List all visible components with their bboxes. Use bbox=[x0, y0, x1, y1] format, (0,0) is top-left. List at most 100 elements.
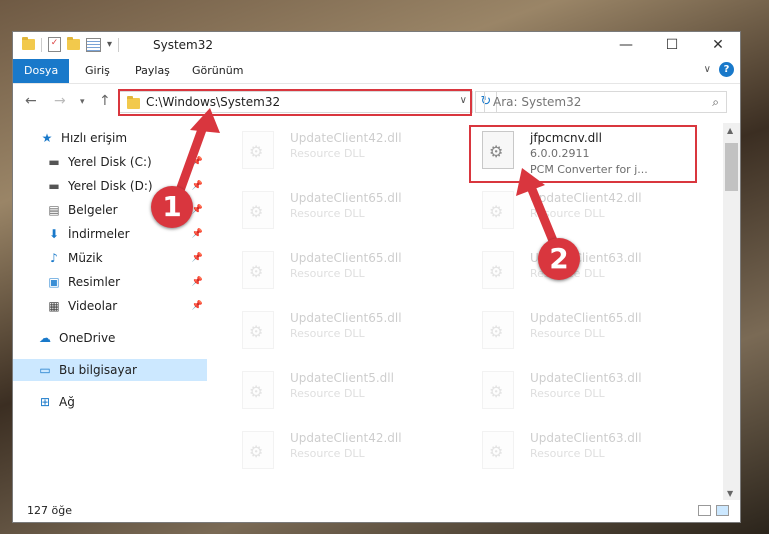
close-button[interactable]: ✕ bbox=[695, 32, 740, 59]
dll-file-icon bbox=[242, 131, 274, 169]
recent-dropdown-icon[interactable]: ▾ bbox=[80, 97, 85, 107]
dll-file-icon bbox=[482, 431, 514, 469]
download-icon: ⬇ bbox=[48, 227, 60, 241]
pin-icon[interactable]: 📌 bbox=[192, 175, 203, 197]
pin-icon[interactable]: 📌 bbox=[192, 271, 203, 293]
sidebar-item-label: Ağ bbox=[59, 395, 75, 409]
sidebar-item-network[interactable]: ⊞ Ağ bbox=[37, 391, 231, 413]
computer-icon: ▭ bbox=[39, 363, 51, 377]
quick-access-toolbar: ✓ ▾ bbox=[22, 37, 120, 52]
file-item[interactable]: UpdateClient63.dll Resource DLL bbox=[470, 425, 690, 475]
sidebar-item-label: Videolar bbox=[68, 299, 118, 313]
file-item[interactable]: UpdateClient65.dll Resource DLL bbox=[470, 305, 690, 355]
sidebar-item-disk-d[interactable]: ▬ Yerel Disk (D:) 📌 bbox=[46, 175, 240, 197]
search-box[interactable]: ⌕ bbox=[484, 91, 727, 113]
scroll-up-icon[interactable]: ▲ bbox=[727, 126, 733, 135]
file-item[interactable]: UpdateClient63.dll Resource DLL bbox=[470, 365, 690, 415]
window-title: System32 bbox=[153, 38, 214, 52]
scroll-down-icon[interactable]: ▼ bbox=[727, 489, 733, 498]
file-item[interactable]: UpdateClient63.dll Resource DLL bbox=[470, 245, 690, 295]
dll-file-icon bbox=[482, 311, 514, 349]
customize-dropdown-icon[interactable]: ▾ bbox=[107, 39, 112, 50]
file-name: UpdateClient42.dll bbox=[290, 431, 402, 445]
properties-icon[interactable] bbox=[86, 37, 101, 52]
pin-icon[interactable]: 📌 bbox=[192, 199, 203, 221]
sidebar-item-videos[interactable]: ▦ Videolar 📌 bbox=[46, 295, 240, 317]
file-name: UpdateClient63.dll bbox=[530, 371, 642, 385]
tab-paylas[interactable]: Paylaş bbox=[135, 59, 170, 83]
sidebar-item-downloads[interactable]: ⬇ İndirmeler 📌 bbox=[46, 223, 240, 245]
expand-ribbon-icon[interactable]: ∨ bbox=[704, 64, 711, 75]
file-item[interactable]: UpdateClient65.dll Resource DLL bbox=[230, 245, 450, 295]
sidebar-item-label: Bu bilgisayar bbox=[59, 363, 137, 377]
up-arrow-icon[interactable]: ↑ bbox=[99, 93, 111, 109]
dll-file-icon bbox=[242, 251, 274, 289]
scroll-thumb[interactable] bbox=[725, 143, 738, 191]
file-description: Resource DLL bbox=[530, 207, 605, 220]
sidebar-item-label: Hızlı erişim bbox=[61, 131, 128, 145]
pin-icon[interactable]: 📌 bbox=[192, 295, 203, 317]
minimize-button[interactable]: — bbox=[603, 32, 649, 59]
folder-icon bbox=[22, 37, 35, 50]
status-bar: 127 öğe bbox=[13, 500, 740, 522]
file-description: Resource DLL bbox=[290, 267, 365, 280]
pin-icon[interactable]: 📌 bbox=[192, 223, 203, 245]
sidebar-item-label: Müzik bbox=[68, 251, 103, 265]
address-highlight-box bbox=[118, 89, 472, 116]
step-2-badge: 2 bbox=[538, 238, 580, 280]
file-item[interactable]: UpdateClient42.dll Resource DLL bbox=[470, 185, 690, 235]
file-description: Resource DLL bbox=[530, 387, 605, 400]
file-item[interactable]: UpdateClient42.dll Resource DLL bbox=[230, 425, 450, 475]
sidebar-item-label: Belgeler bbox=[68, 203, 118, 217]
item-count: 127 öğe bbox=[27, 504, 72, 517]
file-item[interactable]: UpdateClient65.dll Resource DLL bbox=[230, 305, 450, 355]
sidebar-item-documents[interactable]: ▤ Belgeler 📌 bbox=[46, 199, 240, 221]
forward-arrow-icon[interactable]: → bbox=[54, 93, 66, 109]
search-input[interactable] bbox=[491, 94, 695, 110]
details-view-icon[interactable] bbox=[698, 505, 711, 516]
new-folder-icon[interactable] bbox=[67, 37, 80, 50]
disk-icon: ▬ bbox=[48, 179, 60, 193]
vertical-scrollbar[interactable]: ▲ ▼ bbox=[723, 123, 740, 501]
cloud-icon: ☁ bbox=[39, 331, 51, 345]
sidebar-item-quick-access[interactable]: ★ Hızlı erişim bbox=[39, 127, 233, 149]
sidebar-item-label: Resimler bbox=[68, 275, 121, 289]
file-name: UpdateClient65.dll bbox=[530, 311, 642, 325]
file-description: Resource DLL bbox=[290, 447, 365, 460]
sidebar-item-this-pc[interactable]: ▭ Bu bilgisayar bbox=[13, 359, 207, 381]
sidebar-item-music[interactable]: ♪ Müzik 📌 bbox=[46, 247, 240, 269]
back-arrow-icon[interactable]: ← bbox=[25, 93, 37, 109]
dll-file-icon bbox=[242, 191, 274, 229]
pin-icon[interactable]: 📌 bbox=[192, 151, 203, 173]
dll-file-icon bbox=[242, 371, 274, 409]
videos-icon: ▦ bbox=[48, 299, 60, 313]
dll-file-icon bbox=[482, 191, 514, 229]
search-icon[interactable]: ⌕ bbox=[712, 95, 719, 110]
file-name: UpdateClient5.dll bbox=[290, 371, 394, 385]
tab-gorunum[interactable]: Görünüm bbox=[192, 59, 243, 83]
file-description: Resource DLL bbox=[530, 327, 605, 340]
tab-dosya[interactable]: Dosya bbox=[13, 59, 70, 83]
maximize-button[interactable]: ☐ bbox=[649, 32, 695, 59]
sidebar-item-onedrive[interactable]: ☁ OneDrive bbox=[37, 327, 231, 349]
tab-giris[interactable]: Giriş bbox=[85, 59, 110, 83]
file-description: Resource DLL bbox=[290, 387, 365, 400]
file-description: Resource DLL bbox=[290, 207, 365, 220]
file-item[interactable]: UpdateClient65.dll Resource DLL bbox=[230, 185, 450, 235]
dll-file-icon bbox=[482, 251, 514, 289]
file-name: UpdateClient63.dll bbox=[530, 431, 642, 445]
help-icon[interactable]: ? bbox=[719, 62, 734, 77]
tiles-view-icon[interactable] bbox=[716, 505, 729, 516]
file-item[interactable]: UpdateClient5.dll Resource DLL bbox=[230, 365, 450, 415]
sidebar-item-pictures[interactable]: ▣ Resimler 📌 bbox=[46, 271, 240, 293]
pin-icon[interactable]: 📌 bbox=[192, 247, 203, 269]
checkmark-icon[interactable]: ✓ bbox=[48, 37, 61, 52]
file-highlight-box bbox=[469, 125, 697, 183]
sidebar-item-disk-c[interactable]: ▬ Yerel Disk (C:) 📌 bbox=[46, 151, 240, 173]
file-item[interactable]: UpdateClient42.dll Resource DLL bbox=[230, 125, 450, 175]
sidebar-item-label: Yerel Disk (C:) bbox=[68, 155, 152, 169]
dll-file-icon bbox=[482, 371, 514, 409]
file-name: UpdateClient65.dll bbox=[290, 191, 402, 205]
star-icon: ★ bbox=[41, 131, 53, 145]
ribbon: Dosya Giriş Paylaş Görünüm ∨ ? bbox=[13, 59, 740, 84]
